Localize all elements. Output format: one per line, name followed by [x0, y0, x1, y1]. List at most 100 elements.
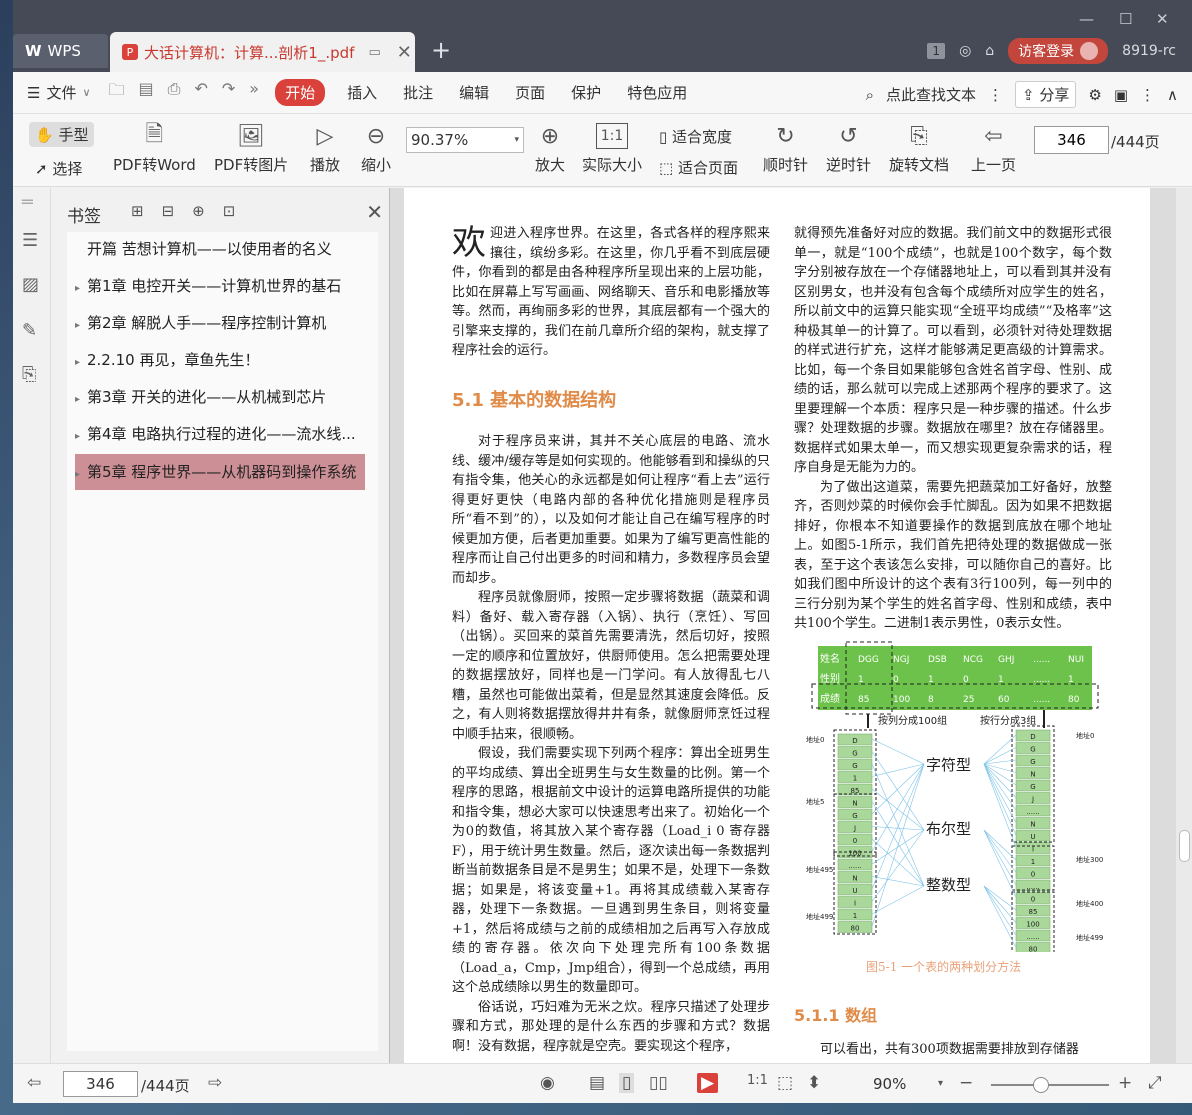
bookmark-item[interactable]: ▸ 第3章 开关的进化——从机械到芯片 [75, 380, 365, 414]
zoom-select[interactable]: 90.37% ▾ [406, 127, 524, 153]
fit-width-button[interactable]: ▯ 适合宽度 [659, 126, 732, 147]
close-window-icon[interactable]: ✕ [1156, 10, 1169, 28]
prev-page-arrow-icon[interactable]: ⇦ [27, 1073, 41, 1093]
pdf-to-image-button[interactable]: 🖼 PDF转图片 [214, 118, 288, 175]
bookmark-item[interactable]: ▸ 第4章 电路执行过程的进化——流水线... [75, 417, 365, 451]
rotate-document-button[interactable]: ⎘ 旋转文档 [889, 118, 949, 175]
vertical-scrollbar[interactable] [1175, 188, 1192, 1063]
previous-page-button[interactable]: ⇦ 上一页 [971, 118, 1016, 175]
window-count-badge[interactable]: 1 [927, 43, 946, 59]
search-icon[interactable]: ⌕ [866, 86, 874, 104]
message-icon[interactable]: ▣ [1114, 86, 1128, 104]
bookmark-item[interactable]: ▸ 第1章 电控开关——计算机世界的基石 [75, 269, 365, 303]
tab-annotate[interactable]: 批注 [403, 82, 433, 103]
tab-document[interactable]: P 大话计算机：计算...剖析1_.pdf ▭ ✕ [110, 32, 415, 72]
bookmark-item-active[interactable]: ▸ 第5章 程序世界——从机器码到操作系统 [75, 454, 365, 490]
actual-size-button[interactable]: 1:1 实际大小 [582, 118, 642, 175]
split-col-label: 按列分成100组 [878, 714, 947, 727]
zoom-dropdown-icon[interactable]: ▾ [938, 1078, 943, 1089]
guest-login-button[interactable]: 访客登录 [1008, 38, 1109, 64]
new-tab-icon[interactable]: + [431, 36, 451, 64]
expand-arrow-icon[interactable]: ▸ [75, 420, 87, 451]
play-slideshow-icon[interactable]: ▶ [697, 1073, 719, 1093]
table-cell: DSB [928, 655, 947, 665]
continuous-view-icon[interactable]: ▤ [589, 1073, 605, 1093]
hand-tool-button[interactable]: ✋ 手型 [29, 122, 95, 147]
expand-arrow-icon[interactable]: ▸ [75, 457, 87, 490]
more-chevron-icon[interactable]: » [249, 79, 259, 106]
tab-protect[interactable]: 保护 [571, 82, 601, 103]
tab-start[interactable]: 开始 [275, 79, 326, 106]
eye-protection-icon[interactable]: ◉ [540, 1073, 555, 1093]
status-page-input[interactable]: 346 [63, 1071, 138, 1097]
annotation-icon[interactable]: ✎ [22, 320, 37, 341]
bookmark-list-icon[interactable]: ☰ [22, 230, 38, 251]
expand-all-icon[interactable]: ⊞ [131, 202, 144, 220]
export-icon[interactable]: ⎘ [22, 364, 36, 385]
zoom-out-button[interactable]: ⊖ 缩小 [361, 118, 391, 175]
tab-wps-home[interactable]: W WPS [13, 34, 108, 68]
select-tool-button[interactable]: ➚ 选择 [35, 158, 82, 179]
bookmark-options-icon[interactable]: ⊡ [223, 202, 236, 220]
more-options-icon[interactable]: ⋮ [1140, 86, 1155, 104]
tab-page[interactable]: 页面 [515, 82, 545, 103]
zoom-slider-knob[interactable] [1033, 1077, 1049, 1093]
rotate-clockwise-button[interactable]: ↻ 顺时针 [763, 118, 808, 175]
save-icon[interactable]: ▤ [139, 79, 154, 106]
right-stack-value: 85 [1029, 908, 1038, 916]
actual-size-icon[interactable]: 1:1 [747, 1073, 768, 1088]
bookmark-item[interactable]: 开篇 苦想计算机——以使用者的名义 [75, 232, 365, 266]
thumbnail-image-icon[interactable]: ▨ [22, 274, 39, 295]
single-page-icon[interactable]: ▯ [619, 1073, 635, 1093]
tab-edit[interactable]: 编辑 [459, 82, 489, 103]
close-panel-icon[interactable]: ✕ [366, 200, 383, 224]
zoom-minus-icon[interactable]: − [959, 1073, 973, 1093]
search-text-button[interactable]: 点此查找文本 [886, 84, 976, 105]
expand-arrow-icon[interactable]: ▸ [75, 383, 87, 414]
share-label: 分享 [1039, 86, 1070, 104]
collapse-ribbon-icon[interactable]: ∧ [1167, 86, 1178, 104]
status-zoom-value[interactable]: 90% [873, 1075, 906, 1093]
fit-page-icon[interactable]: ⬚ [777, 1073, 793, 1093]
monitor-icon[interactable]: ▭ [368, 45, 380, 60]
more-vertical-icon[interactable]: ⋮ [988, 86, 1003, 104]
shirt-icon[interactable]: ⌂ [985, 43, 994, 59]
expand-arrow-icon[interactable]: ▸ [75, 272, 87, 303]
rotate-counterclockwise-button[interactable]: ↺ 逆时针 [826, 118, 871, 175]
collapse-all-icon[interactable]: ⊟ [162, 202, 175, 220]
tab-features[interactable]: 特色应用 [627, 82, 687, 103]
figure-5-1: 姓名性别成绩DGG NGJ DSB NCG GHJ...... NUI1 0 1 0 1.....… [806, 641, 1103, 952]
play-button[interactable]: ▷ 播放 [310, 118, 340, 175]
document-viewport[interactable]: 欢 迎进入程序世界。在这里，各式各样的程序熙来攘往，缤纷多彩。在这里，你几乎看不… [389, 188, 1175, 1063]
maximize-icon[interactable]: ☐ [1119, 10, 1132, 28]
share-button[interactable]: ⇪ 分享 [1015, 81, 1077, 108]
redo-icon[interactable]: ↷ [222, 79, 235, 106]
pdf-file-icon: P [122, 44, 138, 60]
fit-page-button[interactable]: ⬚ 适合页面 [659, 157, 738, 178]
fit-width-icon[interactable]: ⬍ [807, 1073, 821, 1093]
zoom-in-button[interactable]: ⊕ 放大 [535, 118, 565, 175]
settings-gear-icon[interactable]: ⚙ [1088, 86, 1101, 104]
undo-icon[interactable]: ↶ [194, 79, 207, 106]
pdf-to-word-button[interactable]: 🗎 PDF转Word [113, 118, 196, 175]
tab-insert[interactable]: 插入 [347, 82, 377, 103]
page-number-input[interactable]: 346 [1034, 126, 1109, 154]
minimize-icon[interactable]: — [1079, 10, 1094, 28]
two-page-icon[interactable]: ▯▯ [649, 1073, 668, 1093]
next-page-arrow-icon[interactable]: ⇨ [208, 1073, 222, 1093]
expand-arrow-icon[interactable]: ▸ [75, 309, 87, 340]
fullscreen-icon[interactable]: ⤢ [1148, 1073, 1162, 1093]
file-menu[interactable]: ☰ 文件 ∨ [27, 82, 91, 103]
zoom-plus-icon[interactable]: + [1118, 1073, 1132, 1093]
close-tab-icon[interactable]: ✕ [397, 42, 412, 63]
print-icon[interactable]: ⎙ [168, 79, 181, 106]
add-bookmark-icon[interactable]: ⊕ [192, 202, 205, 220]
zoom-slider[interactable] [991, 1077, 1109, 1093]
bookmark-item[interactable]: ▸ 2.2.10 再见，章鱼先生！ [75, 343, 365, 377]
open-folder-icon[interactable]: 🗀 [109, 79, 125, 106]
scrollbar-thumb[interactable] [1179, 830, 1190, 862]
expand-arrow-icon[interactable]: ▸ [75, 346, 87, 377]
skin-icon[interactable]: ◎ [959, 43, 971, 59]
pdf-to-word-icon: 🗎 [145, 122, 164, 147]
bookmark-item[interactable]: ▸ 第2章 解脱人手——程序控制计算机 [75, 306, 365, 340]
